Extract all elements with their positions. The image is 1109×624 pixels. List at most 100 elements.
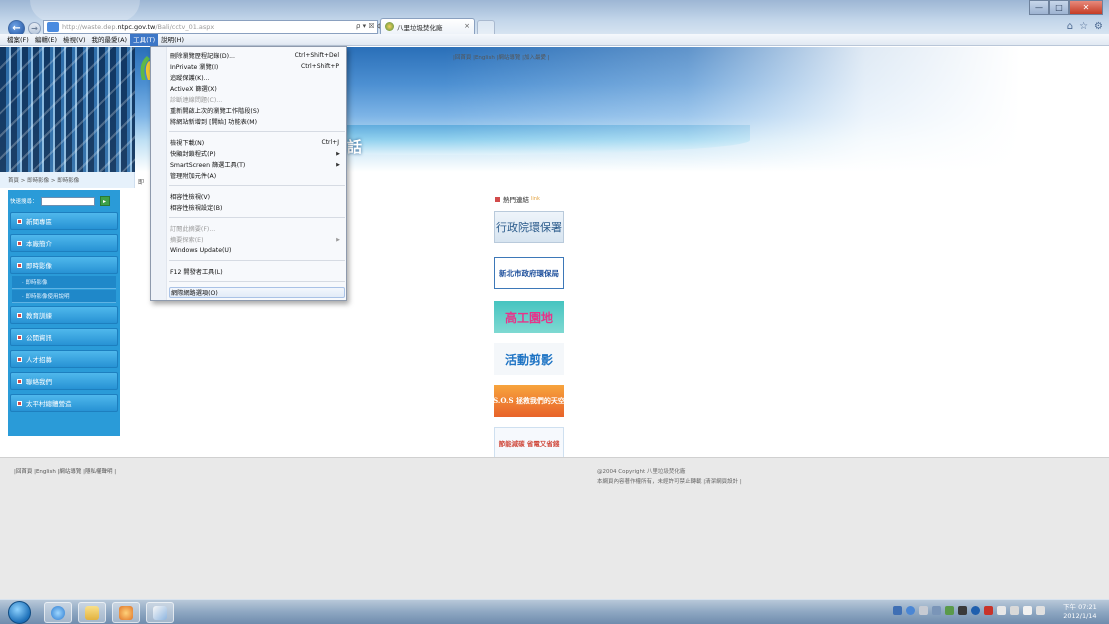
link-banner-ntpc-dep[interactable]: 新北市政府環保局 [494,257,564,289]
breadcrumb[interactable]: 首頁 > 即時影像 > 即時影像 [8,176,79,184]
menu-item-activex-filtering[interactable]: ActiveX 篩選(X) [169,83,345,94]
sidebar-item-live-video[interactable]: 即時影像 [10,256,118,274]
quick-search-button[interactable]: ▸ [99,196,110,206]
tools-dropdown-menu: 刪除瀏覽歷程記錄(D)... Ctrl+Shift+Del InPrivate 瀏… [150,46,347,301]
sidebar-subitem-live-video[interactable]: · 即時影像 [12,276,116,289]
taskbar-app-paint[interactable] [146,602,174,623]
menu-separator [169,281,345,282]
taskbar-app-media[interactable] [112,602,140,623]
menu-item-diagnose-connection: 診斷連線問題(C)... [170,97,223,104]
menu-item-tracking-protection[interactable]: 追蹤保護(K)... [169,72,345,83]
tray-alert-icon[interactable] [984,606,993,615]
clock-date: 2012/1/14 [1063,612,1097,620]
top-links[interactable]: |回首頁 |English |網站導覽 |加入最愛 | [453,53,550,61]
tray-pen-icon[interactable] [945,606,954,615]
menu-item-reopen-session[interactable]: 重新開啟上次的瀏覽工作階段(S) [169,105,345,116]
building-photo [0,47,135,172]
sidebar-item-about[interactable]: 本廠簡介 [10,234,118,252]
menu-item-view-downloads[interactable]: 檢視下載(N) Ctrl+J [169,137,345,148]
tab-close-icon[interactable]: × [464,22,470,30]
taskbar-app-explorer[interactable] [78,602,106,623]
sidebar-subitem-live-video-help[interactable]: · 即時影像使用說明 [12,290,116,303]
menu-file[interactable]: 檔案(F) [4,34,32,46]
sidebar-item-taiping-village[interactable]: 太平村總體營造 [10,394,118,412]
bullet-icon [17,400,22,406]
address-bar[interactable]: http://waste.dep.ntpc.gov.tw/Bali/cctv_0… [43,20,389,34]
bullet-icon [17,312,22,318]
search-go-icon: ▸ [103,197,107,205]
menu-separator [169,217,345,218]
taskbar-app-ie[interactable] [44,602,72,623]
link-banner-garden[interactable]: 高工園地 [494,301,564,333]
menu-item-feed-discovery: 摘要探索(E) ▶ [170,236,340,245]
breadcrumb-bar: 首頁 > 即時影像 > 即時影像 [0,172,135,188]
favorites-star-icon[interactable]: ☆ [1079,21,1088,32]
sidebar-item-news[interactable]: 新聞專區 [10,212,118,230]
tray-help-icon[interactable] [906,606,915,615]
footer-copyright-block: @2004 Copyright 八里垃圾焚化廠 本網頁內容著作權所有，未經許可禁… [597,467,742,487]
menu-item-inprivate[interactable]: InPrivate 瀏覽(I) Ctrl+Shift+P [169,61,345,72]
menu-tools[interactable]: 工具(T) [130,33,159,46]
menu-item-subscribe-feed: 訂閱此摘要(F)... [170,226,216,233]
link-banner-energy-saving[interactable]: 節能減碳 省電又省錢 [494,427,564,459]
menu-item-add-to-start[interactable]: 將網站新增到 [開始] 功能表(M) [169,116,345,127]
link-banner-sos[interactable]: S.O.S 拯救我們的天空 [494,385,564,417]
start-button[interactable] [8,601,31,624]
menu-help[interactable]: 說明(H) [158,34,187,46]
bullet-icon [17,240,22,246]
tray-arrow-icon[interactable] [932,606,941,615]
menu-item-compatibility-settings[interactable]: 相容性檢視設定(B) [169,202,345,213]
new-tab-button[interactable] [477,20,495,34]
bullet-icon [17,334,22,340]
sidebar-item-contact[interactable]: 聯絡我們 [10,372,118,390]
link-banner-activities[interactable]: 活動剪影 [494,343,564,375]
menu-item-windows-update[interactable]: Windows Update(U) [169,245,345,256]
footer-copyright: @2004 Copyright 八里垃圾焚化廠 [597,469,686,475]
menu-item-smartscreen[interactable]: SmartScreen 篩選工具(T) ▶ [169,159,345,170]
menu-item-compatibility-view[interactable]: 相容性檢視(V) [169,191,345,202]
menu-item-popup-blocker[interactable]: 快顯封鎖程式(P) ▶ [169,148,345,159]
address-url[interactable]: http://waste.dep.ntpc.gov.tw/Bali/cctv_0… [62,23,214,31]
gear-icon[interactable]: ⚙ [1094,21,1103,32]
internet-explorer-icon [51,605,65,620]
tray-keyboard-icon[interactable] [958,606,967,615]
tray-input-icon[interactable] [893,606,902,615]
menu-favorites[interactable]: 我的最愛(A) [89,34,131,46]
window-controls: — □ ✕ [1029,0,1103,15]
maximize-button[interactable]: □ [1049,0,1069,15]
menu-item-manage-addons[interactable]: 管理附加元件(A) [169,170,345,181]
tab-current[interactable]: 八里垃圾焚化廠 × [380,18,475,34]
minimize-button[interactable]: — [1029,0,1049,15]
tray-action-center-icon[interactable] [1010,606,1019,615]
menu-separator [169,131,345,132]
footer-links[interactable]: |回首頁 |English |網站導覽 |隱私權聲明 | [14,467,116,475]
close-button[interactable]: ✕ [1069,0,1103,15]
clock-time: 下午 07:21 [1063,603,1097,611]
bullet-icon [495,196,500,202]
sidebar-item-recruit[interactable]: 人才招募 [10,350,118,368]
tray-flag-icon[interactable] [997,606,1006,615]
home-icon[interactable]: ⌂ [1067,21,1073,32]
quick-search-input[interactable] [40,196,95,206]
menu-edit[interactable]: 編輯(E) [32,34,60,46]
tray-volume-icon[interactable] [1036,606,1045,615]
menu-item-internet-options[interactable]: 網際網路選項(O) [169,287,345,298]
sidebar-item-public-info[interactable]: 公開資訊 [10,328,118,346]
menu-item-f12-developer-tools[interactable]: F12 開發者工具(L) [169,266,345,277]
bullet-icon [17,218,22,224]
menu-item-delete-history[interactable]: 刪除瀏覽歷程記錄(D)... Ctrl+Shift+Del [169,50,345,61]
tab-label: 八里垃圾焚化廠 [397,23,443,32]
tray-security-icon[interactable] [971,606,980,615]
submenu-arrow-icon: ▶ [336,150,340,157]
media-player-icon [119,605,133,620]
tray-network-icon[interactable] [1023,606,1032,615]
tray-tool-icon[interactable] [919,606,928,615]
bullet-icon [17,262,22,268]
menu-view[interactable]: 檢視(V) [60,34,89,46]
content-title: 即 [138,179,145,186]
link-banner-epa[interactable]: 行政院環保署 [494,211,564,243]
sidebar-item-training[interactable]: 教育訓練 [10,306,118,324]
bullet-icon [17,356,22,362]
title-bar: ← → http://waste.dep.ntpc.gov.tw/Bali/cc… [0,0,1109,37]
taskbar-clock[interactable]: 下午 07:21 2012/1/14 [1063,603,1097,621]
